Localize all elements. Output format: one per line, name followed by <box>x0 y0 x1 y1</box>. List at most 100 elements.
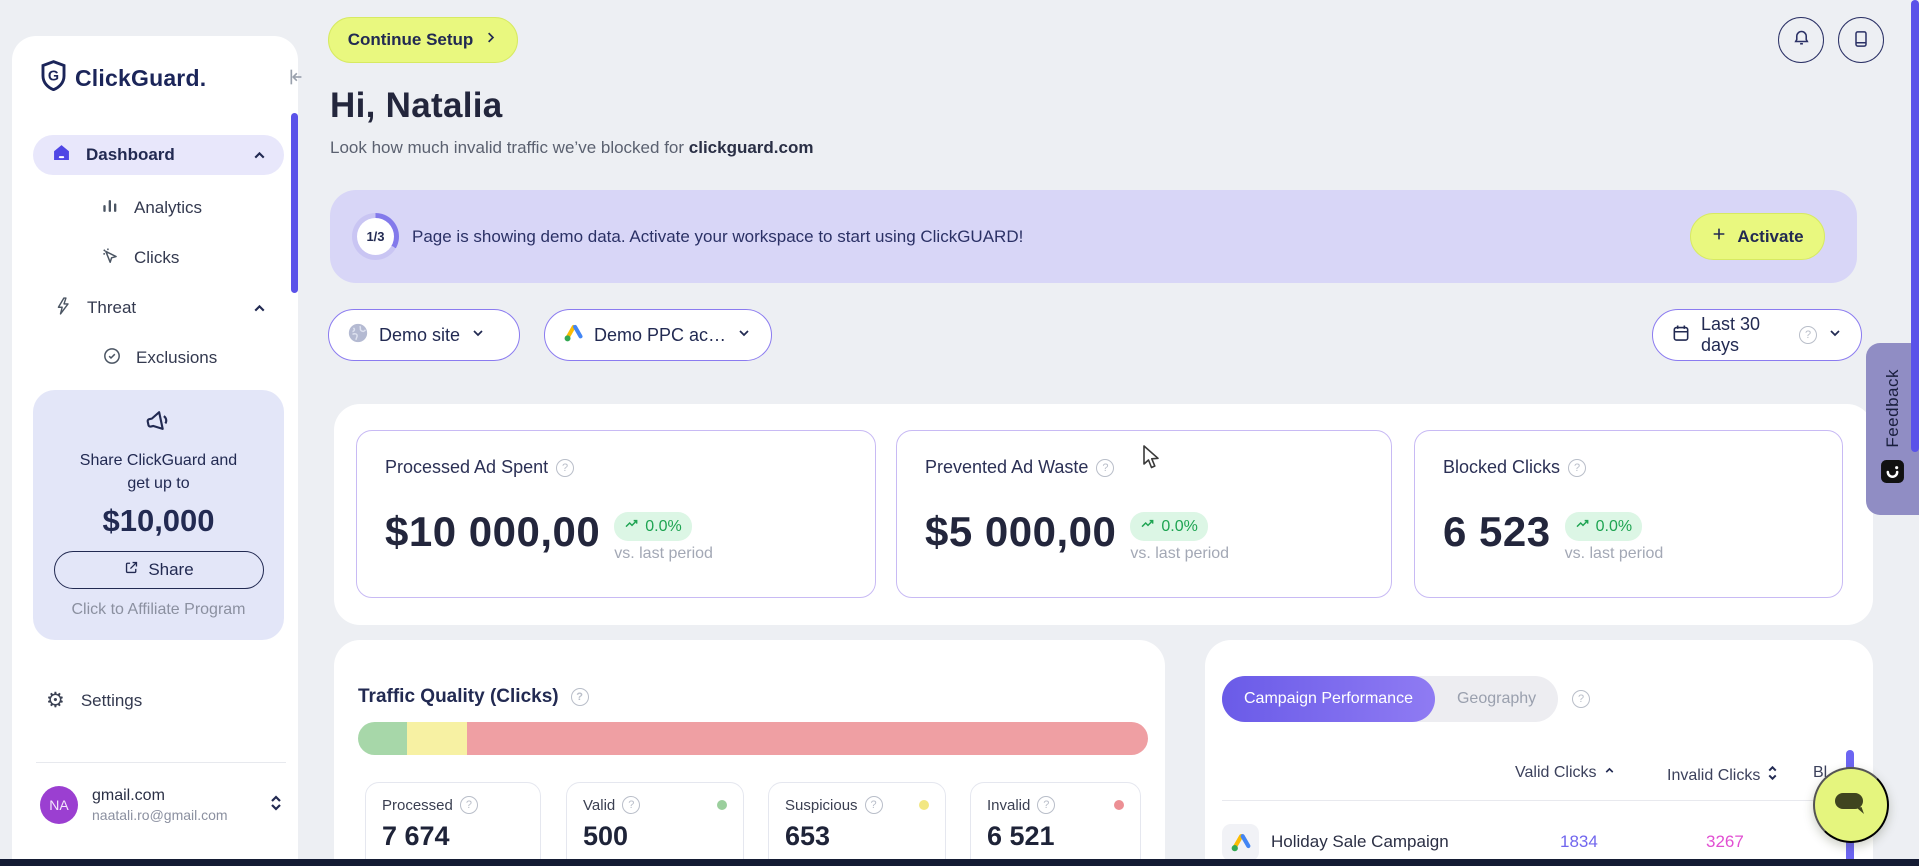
help-icon[interactable]: ? <box>1572 690 1590 708</box>
tab-campaign-performance[interactable]: Campaign Performance <box>1222 676 1435 722</box>
metric-label: Invalid <box>987 797 1030 814</box>
page-subtitle: Look how much invalid traffic we’ve bloc… <box>330 138 813 158</box>
badge-check-icon <box>102 346 122 371</box>
sidebar: G ClickGuard. Dashboard Analytics <box>12 36 298 866</box>
continue-setup-button[interactable]: Continue Setup <box>328 17 518 63</box>
sidebar-item-clicks[interactable]: Clicks <box>100 238 179 278</box>
tab-label: Campaign Performance <box>1244 690 1413 708</box>
app-window: G ClickGuard. Dashboard Analytics <box>0 0 1919 866</box>
promo-title-line2: get up to <box>33 472 284 495</box>
chevron-up-icon <box>251 300 268 322</box>
activate-button[interactable]: Activate <box>1690 213 1825 260</box>
stat-compare: vs. last period <box>1130 545 1229 563</box>
help-icon[interactable]: ? <box>622 796 640 814</box>
column-header-valid-clicks[interactable]: Valid Clicks <box>1515 764 1616 782</box>
sidebar-item-threat[interactable]: Threat <box>53 288 284 328</box>
stat-card-blocked-clicks: Blocked Clicks ? 6 523 0.0% vs. last per… <box>1414 430 1843 598</box>
help-icon[interactable]: ? <box>1799 326 1817 344</box>
collapse-sidebar-icon[interactable] <box>284 66 306 93</box>
banner-message: Page is showing demo data. Activate your… <box>412 227 1023 247</box>
valid-clicks-value: 1834 <box>1560 832 1598 852</box>
trend-up-icon <box>1140 516 1156 537</box>
stat-change: 0.0% <box>645 518 681 536</box>
cursor-click-icon <box>100 246 120 271</box>
sidebar-item-dashboard[interactable]: Dashboard <box>33 135 284 175</box>
help-icon[interactable]: ? <box>865 796 883 814</box>
bar-chart-icon <box>100 196 120 221</box>
chat-widget-button[interactable] <box>1813 767 1889 843</box>
settings-label: Settings <box>81 691 142 711</box>
date-range-value: Last 30 days <box>1701 314 1789 356</box>
invalid-dot-icon <box>1114 800 1124 810</box>
demo-data-banner: 1/3 Page is showing demo data. Activate … <box>330 190 1857 283</box>
window-bottom-edge <box>0 859 1919 866</box>
bar-segment-valid <box>358 722 407 755</box>
column-header-invalid-clicks[interactable]: Invalid Clicks <box>1667 764 1779 787</box>
date-range-selector[interactable]: Last 30 days ? <box>1652 309 1862 361</box>
help-icon[interactable]: ? <box>460 796 478 814</box>
sidebar-scrollbar[interactable] <box>291 113 298 293</box>
share-button-label: Share <box>148 560 193 580</box>
google-ads-icon <box>1222 824 1259 861</box>
sidebar-item-analytics[interactable]: Analytics <box>100 188 202 228</box>
promo-footer: Click to Affiliate Program <box>33 601 284 619</box>
promo-title-line1: Share ClickGuard and <box>33 449 284 472</box>
logo: G ClickGuard. <box>40 60 280 96</box>
sidebar-item-label: Exclusions <box>136 348 217 368</box>
ppc-account-selector[interactable]: Demo PPC ac… <box>544 309 772 361</box>
plus-icon <box>1711 226 1727 247</box>
table-divider <box>1222 800 1856 801</box>
globe-icon <box>347 322 369 349</box>
chevron-up-icon <box>251 147 268 169</box>
calendar-icon <box>1671 323 1691 348</box>
metric-value: 653 <box>785 821 929 852</box>
subtitle-text: Look how much invalid traffic we’ve bloc… <box>330 138 684 157</box>
book-icon <box>1851 29 1871 52</box>
help-icon[interactable]: ? <box>1096 459 1114 477</box>
campaign-name: Holiday Sale Campaign <box>1271 832 1449 852</box>
site-selector[interactable]: Demo site <box>328 309 520 361</box>
help-icon[interactable]: ? <box>1568 459 1586 477</box>
notifications-button[interactable] <box>1778 17 1824 63</box>
metric-card-suspicious: Suspicious ? 653 0.00% <box>768 782 946 866</box>
chevron-up-down-icon <box>268 793 284 818</box>
help-icon[interactable]: ? <box>556 459 574 477</box>
account-switcher[interactable]: NA gmail.com naatali.ro@gmail.com <box>40 781 284 829</box>
continue-setup-label: Continue Setup <box>348 30 474 50</box>
stat-label: Prevented Ad Waste <box>925 457 1088 478</box>
traffic-quality-panel: Traffic Quality (Clicks) ? Processed ? 7… <box>334 640 1165 866</box>
google-ads-icon <box>563 322 584 348</box>
affiliate-promo-card[interactable]: Share ClickGuard and get up to $10,000 S… <box>33 390 284 640</box>
traffic-quality-bar <box>358 722 1148 755</box>
traffic-quality-title: Traffic Quality (Clicks) <box>358 686 559 708</box>
tab-label: Geography <box>1457 690 1536 707</box>
metric-card-processed: Processed ? 7 674 0.00% <box>365 782 541 866</box>
setup-progress-step: 1/3 <box>357 218 394 255</box>
lightning-icon <box>53 296 73 321</box>
sidebar-item-settings[interactable]: ⚙ Settings <box>46 688 142 713</box>
tab-geography[interactable]: Geography <box>1435 690 1558 708</box>
knowledge-base-button[interactable] <box>1838 17 1884 63</box>
home-icon <box>51 142 72 168</box>
campaign-performance-panel: Campaign Performance Geography ? Valid C… <box>1205 640 1873 866</box>
sidebar-item-exclusions[interactable]: Exclusions <box>102 338 217 378</box>
metric-card-invalid: Invalid ? 6 521 0.00% <box>970 782 1141 866</box>
metric-value: 500 <box>583 821 727 852</box>
stat-value: 6 523 <box>1443 508 1551 556</box>
sidebar-divider <box>36 762 286 763</box>
invalid-clicks-value: 3267 <box>1706 832 1744 852</box>
metric-label: Suspicious <box>785 797 858 814</box>
share-button[interactable]: Share <box>54 551 264 589</box>
chevron-right-icon <box>483 30 498 50</box>
account-name: gmail.com <box>92 787 268 805</box>
help-icon[interactable]: ? <box>1037 796 1055 814</box>
help-icon[interactable]: ? <box>571 688 589 706</box>
external-link-icon <box>123 559 140 581</box>
gear-icon: ⚙ <box>46 688 65 713</box>
chat-bubble-icon <box>1831 788 1871 823</box>
sidebar-item-label: Dashboard <box>86 145 175 165</box>
stat-label: Blocked Clicks <box>1443 457 1560 478</box>
metric-value: 7 674 <box>382 821 524 852</box>
column-label: Valid Clicks <box>1515 764 1597 782</box>
page-scrollbar[interactable] <box>1911 0 1919 452</box>
